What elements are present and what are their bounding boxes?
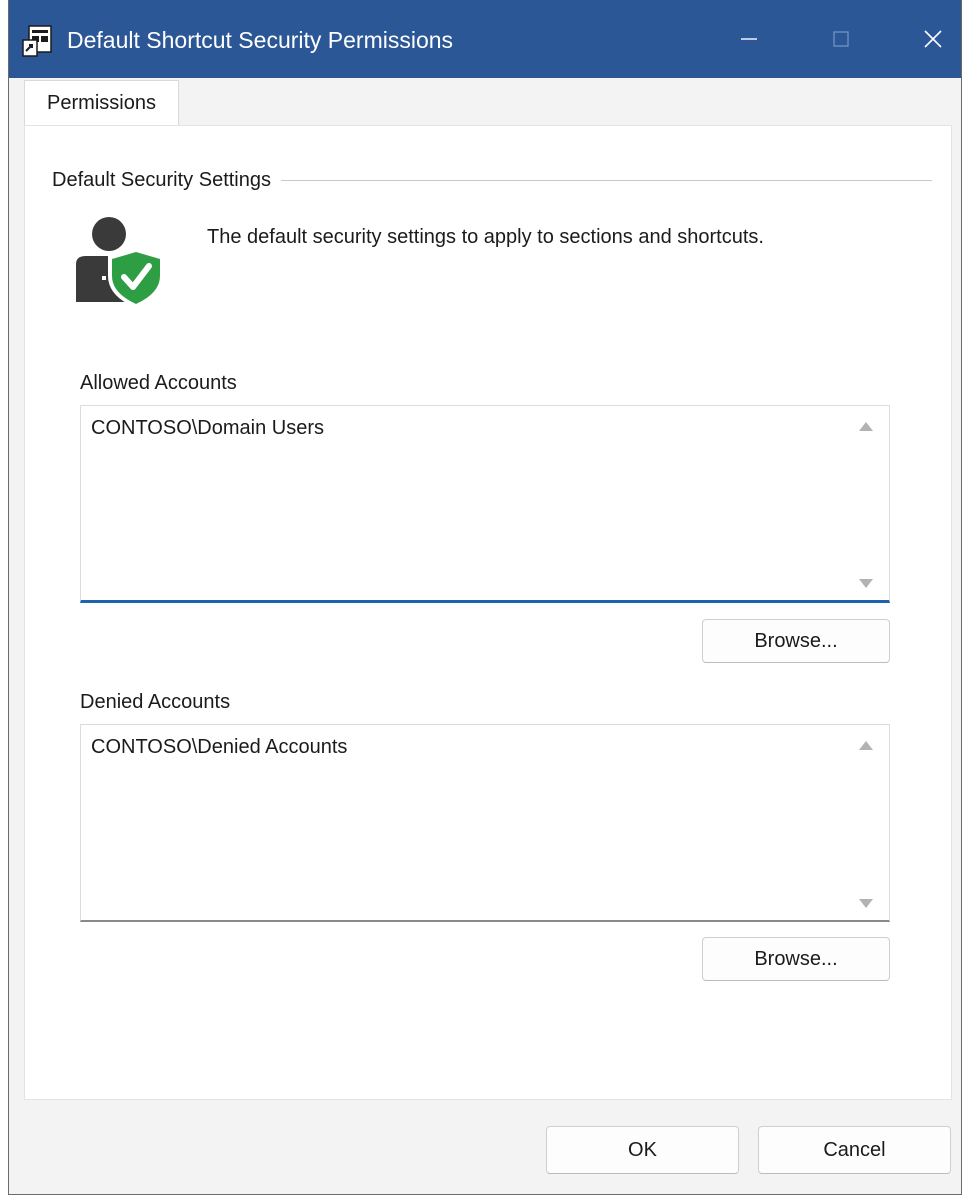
allowed-browse-button[interactable]: Browse...	[702, 619, 890, 663]
list-item[interactable]: CONTOSO\Domain Users	[91, 414, 324, 442]
denied-browse-button[interactable]: Browse...	[702, 937, 890, 981]
denied-accounts-list[interactable]: CONTOSO\Denied Accounts	[80, 724, 890, 922]
tab-permissions[interactable]: Permissions	[24, 80, 179, 126]
scroll-up-arrow-icon[interactable]	[859, 741, 873, 750]
scroll-down-arrow-icon[interactable]	[859, 579, 873, 588]
close-button[interactable]	[887, 0, 964, 78]
shortcut-permissions-icon	[22, 25, 52, 57]
allowed-accounts-list[interactable]: CONTOSO\Domain Users	[80, 405, 890, 603]
group-description: The default security settings to apply t…	[207, 226, 764, 248]
group-title: Default Security Settings	[52, 167, 281, 193]
close-icon	[924, 30, 942, 48]
cancel-button[interactable]: Cancel	[758, 1126, 951, 1174]
maximize-icon	[833, 31, 849, 47]
ok-button[interactable]: OK	[546, 1126, 739, 1174]
allowed-accounts-label: Allowed Accounts	[80, 372, 237, 394]
window-title: Default Shortcut Security Permissions	[67, 27, 454, 53]
scroll-down-arrow-icon[interactable]	[859, 899, 873, 908]
maximize-button[interactable]	[795, 0, 887, 78]
title-bar[interactable]: Default Shortcut Security Permissions	[9, 0, 961, 78]
minimize-icon	[741, 38, 757, 40]
denied-accounts-label: Denied Accounts	[80, 691, 231, 713]
list-item[interactable]: CONTOSO\Denied Accounts	[91, 733, 347, 761]
minimize-button[interactable]	[703, 0, 795, 78]
user-shield-icon	[76, 217, 164, 308]
scroll-up-arrow-icon[interactable]	[859, 422, 873, 431]
